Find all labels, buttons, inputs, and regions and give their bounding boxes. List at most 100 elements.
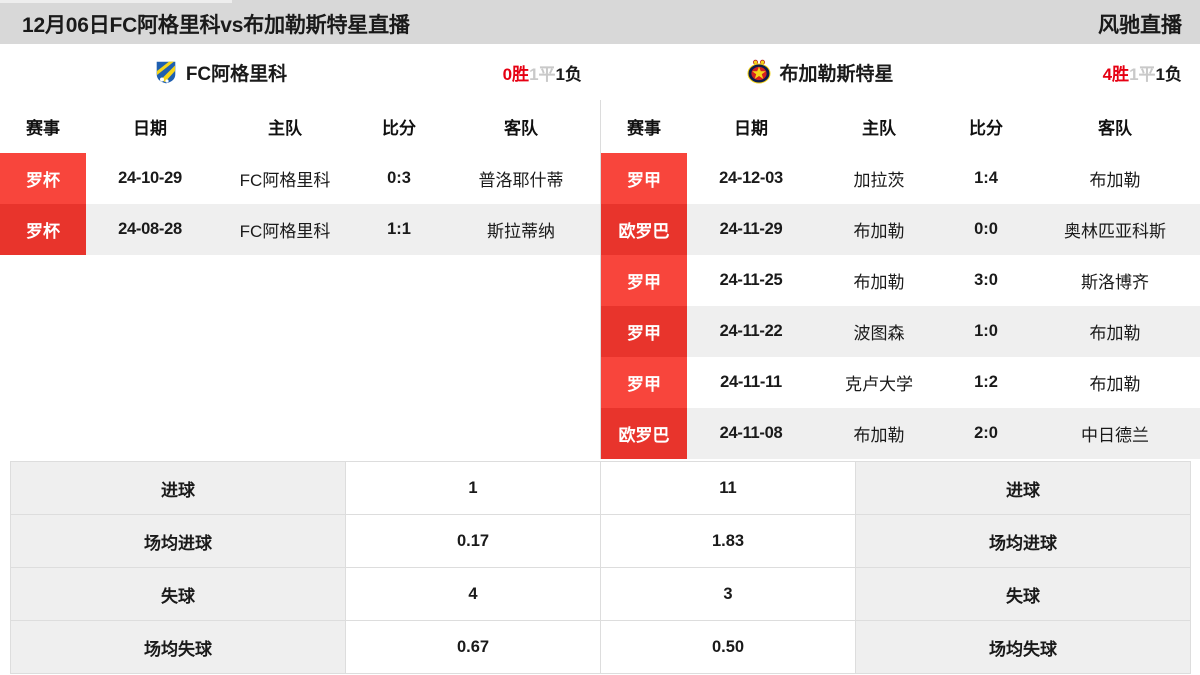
cell-away-team: 布加勒	[1029, 153, 1200, 204]
cell-competition-badge: 罗甲	[601, 153, 687, 204]
away-record-wins: 4胜	[1102, 64, 1130, 84]
stat-value-home: 1	[345, 461, 601, 515]
cell-away-team: 布加勒	[1029, 357, 1200, 408]
cell-competition-badge: 罗甲	[601, 255, 687, 306]
cell-date: 24-08-28	[86, 204, 214, 255]
cell-score: 1:4	[943, 153, 1029, 204]
cell-score: 3:0	[943, 255, 1029, 306]
col-header-score: 比分	[356, 100, 442, 153]
table-header-row: 赛事 日期 主队 比分 客队	[0, 100, 600, 153]
table-header-row: 赛事 日期 主队 比分 客队	[601, 100, 1200, 153]
stat-label-home: 场均失球	[10, 620, 346, 674]
table-row[interactable]: 罗杯 24-08-28 FC阿格里科 1:1 斯拉蒂纳	[0, 204, 600, 255]
cell-home-team: 克卢大学	[815, 357, 943, 408]
stat-label-home: 进球	[10, 461, 346, 515]
stat-label-away: 失球	[855, 567, 1191, 621]
table-row[interactable]: 罗杯 24-10-29 FC阿格里科 0:3 普洛耶什蒂	[0, 153, 600, 204]
col-header-home: 主队	[815, 100, 943, 153]
cell-home-team: 布加勒	[815, 255, 943, 306]
shield-blue-yellow-logo	[153, 59, 179, 85]
cell-competition-badge: 罗杯	[0, 153, 86, 204]
table-row[interactable]: 罗甲 24-11-11 克卢大学 1:2 布加勒	[601, 357, 1200, 408]
stat-label-away: 场均进球	[855, 514, 1191, 568]
stat-value-home: 4	[345, 567, 601, 621]
cell-date: 24-11-22	[687, 306, 815, 357]
stats-row: 场均进球 0.17 1.83 场均进球	[10, 514, 1191, 568]
cell-home-team: 加拉茨	[815, 153, 943, 204]
cell-home-team: 布加勒	[815, 204, 943, 255]
cell-home-team: 波图森	[815, 306, 943, 357]
stat-value-away: 3	[600, 567, 856, 621]
cell-away-team: 斯拉蒂纳	[442, 204, 600, 255]
away-team-block: 布加勒斯特星 4胜 1平 1负	[600, 44, 1200, 100]
cell-date: 24-11-25	[687, 255, 815, 306]
home-record-wins: 0胜	[502, 64, 530, 84]
away-team-name: 布加勒斯特星	[779, 63, 894, 85]
cell-away-team: 奥林匹亚科斯	[1029, 204, 1200, 255]
cell-competition-badge: 欧罗巴	[601, 408, 687, 459]
stats-row: 场均失球 0.67 0.50 场均失球	[10, 620, 1191, 674]
away-matches-table: 赛事 日期 主队 比分 客队 罗甲 24-12-03 加拉茨 1:4 布加勒 欧罗巴 24-…	[601, 100, 1200, 459]
stat-label-away: 场均失球	[855, 620, 1191, 674]
page-root: 12月06日FC阿格里科vs布加勒斯特星直播 风驰直播 FC阿格里科 0胜 1平…	[0, 0, 1200, 675]
cell-score: 1:0	[943, 306, 1029, 357]
stat-value-away: 0.50	[600, 620, 856, 674]
home-record-draws: 1平	[529, 64, 556, 84]
cell-competition-badge: 罗杯	[0, 204, 86, 255]
cell-away-team: 中日德兰	[1029, 408, 1200, 459]
table-row[interactable]: 罗甲 24-11-22 波图森 1:0 布加勒	[601, 306, 1200, 357]
stat-label-home: 场均进球	[10, 514, 346, 568]
away-record-losses: 1负	[1155, 64, 1182, 84]
table-row[interactable]: 罗甲 24-12-03 加拉茨 1:4 布加勒	[601, 153, 1200, 204]
top-bar-accent-strip	[0, 0, 232, 3]
table-row[interactable]: 欧罗巴 24-11-29 布加勒 0:0 奥林匹亚科斯	[601, 204, 1200, 255]
home-record-losses: 1负	[555, 64, 582, 84]
away-recent-matches-panel: 赛事 日期 主队 比分 客队 罗甲 24-12-03 加拉茨 1:4 布加勒 欧罗巴 24-…	[600, 100, 1200, 459]
cell-date: 24-11-11	[687, 357, 815, 408]
stat-label-away: 进球	[855, 461, 1191, 515]
col-header-date: 日期	[687, 100, 815, 153]
home-matches-table: 赛事 日期 主队 比分 客队 罗杯 24-10-29 FC阿格里科 0:3 普洛耶什蒂罗…	[0, 100, 600, 255]
stat-value-away: 1.83	[600, 514, 856, 568]
table-row[interactable]: 欧罗巴 24-11-08 布加勒 2:0 中日德兰	[601, 408, 1200, 459]
col-header-score: 比分	[943, 100, 1029, 153]
col-header-away: 客队	[442, 100, 600, 153]
cell-date: 24-10-29	[86, 153, 214, 204]
stats-row: 失球 4 3 失球	[10, 567, 1191, 621]
cell-date: 24-11-29	[687, 204, 815, 255]
cell-away-team: 斯洛博齐	[1029, 255, 1200, 306]
home-team-block: FC阿格里科 0胜 1平 1负	[0, 44, 600, 100]
cell-home-team: FC阿格里科	[214, 153, 356, 204]
away-record-draws: 1平	[1129, 64, 1156, 84]
top-bar: 12月06日FC阿格里科vs布加勒斯特星直播 风驰直播	[0, 0, 1200, 44]
col-header-date: 日期	[86, 100, 214, 153]
cell-score: 1:1	[356, 204, 442, 255]
stat-value-home: 0.17	[345, 514, 601, 568]
away-team-record: 4胜 1平 1负	[1103, 44, 1182, 100]
cell-competition-badge: 欧罗巴	[601, 204, 687, 255]
cell-score: 0:3	[356, 153, 442, 204]
home-recent-matches-panel: 赛事 日期 主队 比分 客队 罗杯 24-10-29 FC阿格里科 0:3 普洛耶什蒂罗…	[0, 100, 600, 255]
page-title: 12月06日FC阿格里科vs布加勒斯特星直播	[22, 14, 410, 37]
col-header-home: 主队	[214, 100, 356, 153]
cell-away-team: 布加勒	[1029, 306, 1200, 357]
table-row[interactable]: 罗甲 24-11-25 布加勒 3:0 斯洛博齐	[601, 255, 1200, 306]
home-team-record: 0胜 1平 1负	[503, 44, 582, 100]
site-brand: 风驰直播	[1098, 14, 1182, 37]
stats-row: 进球 1 11 进球	[10, 461, 1191, 515]
home-team-name: FC阿格里科	[185, 63, 288, 85]
cell-away-team: 普洛耶什蒂	[442, 153, 600, 204]
stat-label-home: 失球	[10, 567, 346, 621]
stat-value-home: 0.67	[345, 620, 601, 674]
cell-home-team: FC阿格里科	[214, 204, 356, 255]
cell-score: 1:2	[943, 357, 1029, 408]
team-strip: FC阿格里科 0胜 1平 1负 布加勒斯特星 4胜 1平 1负	[0, 44, 1200, 100]
cell-score: 0:0	[943, 204, 1029, 255]
cell-score: 2:0	[943, 408, 1029, 459]
cell-competition-badge: 罗甲	[601, 357, 687, 408]
cell-competition-badge: 罗甲	[601, 306, 687, 357]
star-crest-logo	[746, 59, 772, 85]
col-header-away: 客队	[1029, 100, 1200, 153]
stats-comparison-table: 进球 1 11 进球 场均进球 0.17 1.83 场均进球 失球 4 3 失球 场均失球 0.67 0.5…	[10, 461, 1191, 674]
stat-value-away: 11	[600, 461, 856, 515]
